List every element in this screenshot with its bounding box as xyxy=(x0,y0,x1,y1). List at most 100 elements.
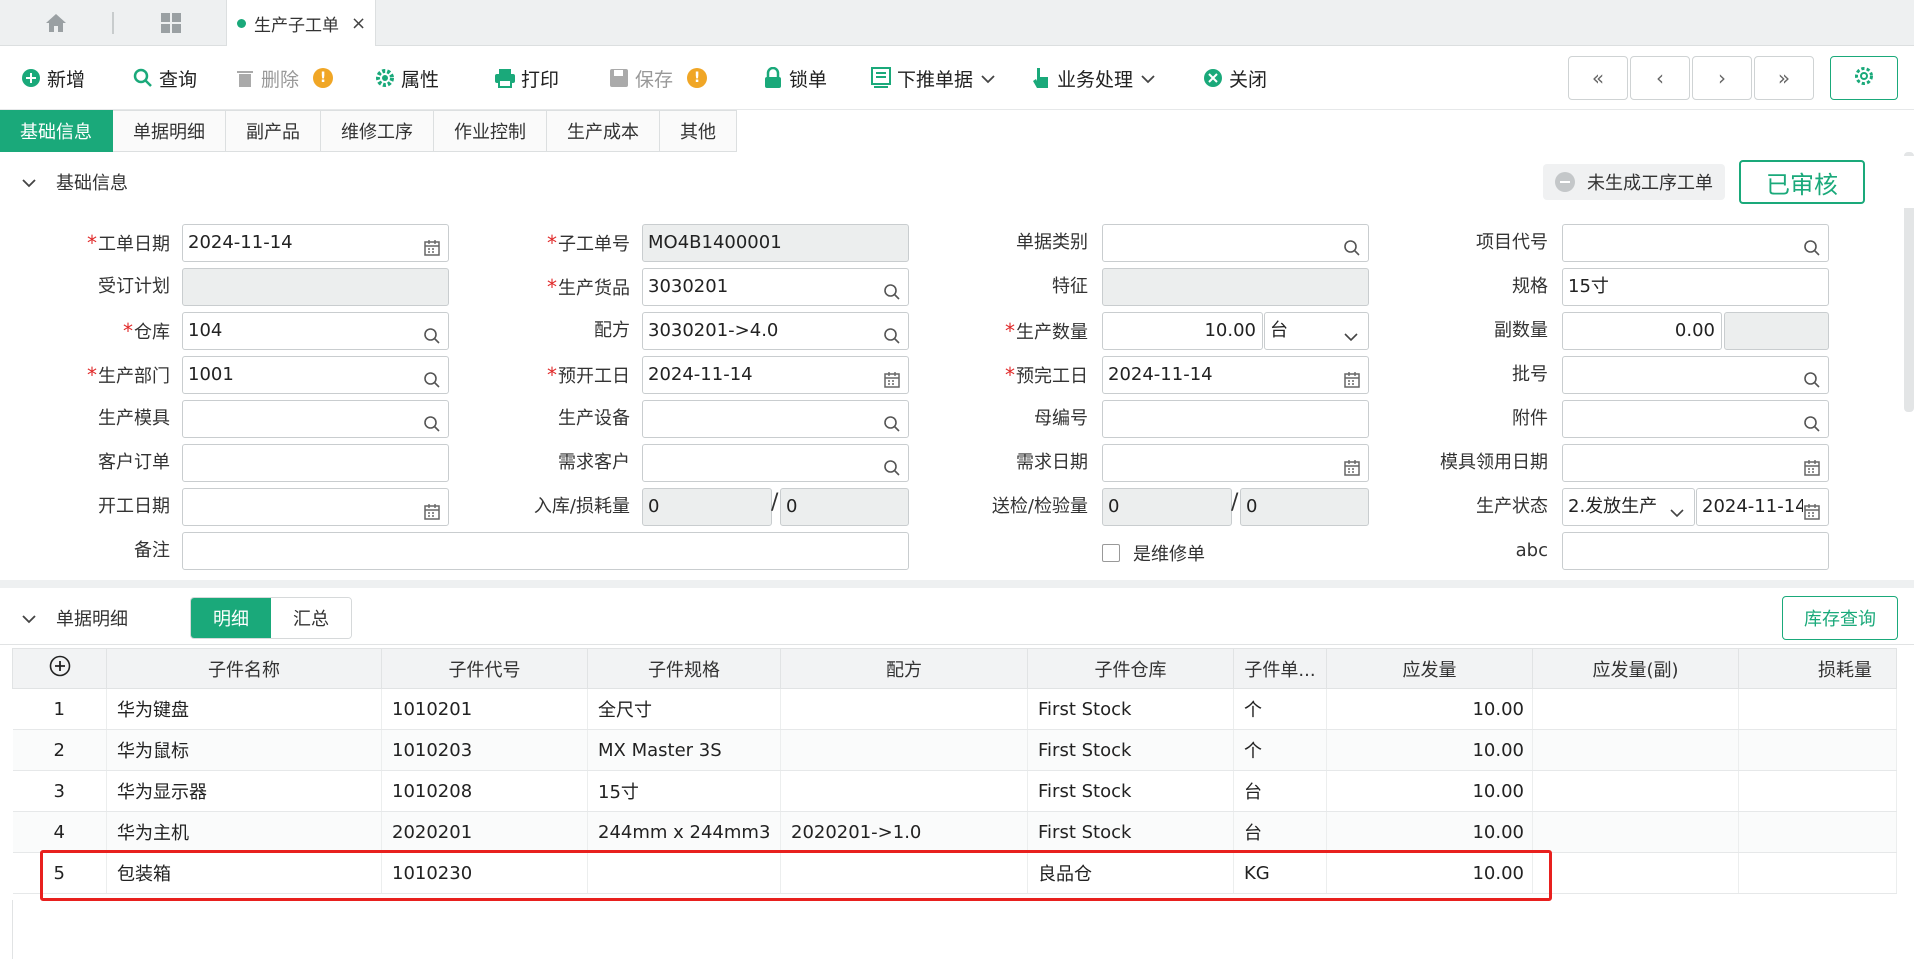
search-icon[interactable] xyxy=(883,410,901,432)
cell-loss[interactable] xyxy=(1738,811,1897,853)
status-date-field[interactable]: 2024-11-14 xyxy=(1696,488,1829,526)
column-header[interactable]: 子件规格 xyxy=(587,648,781,689)
search-icon[interactable] xyxy=(883,322,901,344)
cell-unit[interactable]: 台 xyxy=(1233,811,1327,853)
detail-view-button[interactable]: 明细 xyxy=(191,598,271,638)
calendar-icon[interactable] xyxy=(423,234,441,256)
cell-unit[interactable]: 个 xyxy=(1233,729,1327,771)
settings-button[interactable] xyxy=(1830,56,1898,100)
sub-unit-field[interactable] xyxy=(1724,312,1829,350)
cell-code[interactable]: 1010201 xyxy=(381,688,588,730)
cell-warehouse[interactable]: First Stock xyxy=(1027,729,1234,771)
tab-job-control[interactable]: 作业控制 xyxy=(434,110,547,152)
column-header[interactable]: 子件名称 xyxy=(106,648,382,689)
plus-circle-icon[interactable] xyxy=(49,655,71,677)
tab-detail[interactable]: 单据明细 xyxy=(113,110,226,152)
unit-select[interactable]: 台 xyxy=(1264,312,1369,350)
search-icon[interactable] xyxy=(1803,234,1821,256)
cell-recipe[interactable] xyxy=(780,770,1028,812)
mold-date-field[interactable] xyxy=(1562,444,1829,482)
feature-field[interactable] xyxy=(1102,268,1369,306)
column-header[interactable]: 配方 xyxy=(780,648,1028,689)
column-header[interactable]: 应发量 xyxy=(1326,648,1533,689)
save-button[interactable]: 保存 ! xyxy=(608,62,708,94)
last-record-button[interactable]: » xyxy=(1754,56,1814,100)
cell-name[interactable]: 华为显示器 xyxy=(106,770,382,812)
column-header[interactable]: 损耗量 xyxy=(1738,648,1897,689)
cell-sub-qty[interactable] xyxy=(1532,770,1739,812)
cell-warehouse[interactable]: First Stock xyxy=(1027,688,1234,730)
in-qty-field[interactable]: 0 xyxy=(642,488,772,526)
column-header[interactable]: 子件单... xyxy=(1233,648,1327,689)
cell-spec[interactable]: MX Master 3S xyxy=(587,729,781,771)
calendar-icon[interactable] xyxy=(423,498,441,520)
mold-field[interactable] xyxy=(182,400,449,438)
recipe-field[interactable]: 3030201->4.0 xyxy=(642,312,909,350)
prev-record-button[interactable]: ‹ xyxy=(1630,56,1690,100)
plan-start-field[interactable]: 2024-11-14 xyxy=(642,356,909,394)
cell-code[interactable]: 2020201 xyxy=(381,811,588,853)
project-field[interactable] xyxy=(1562,224,1829,262)
grid-menu-icon[interactable] xyxy=(155,10,187,36)
business-dropdown[interactable]: 业务处理 xyxy=(1030,62,1155,94)
stock-query-button[interactable]: 库存查询 xyxy=(1782,596,1898,640)
cell-loss[interactable] xyxy=(1738,852,1897,894)
column-header[interactable]: 子件代号 xyxy=(381,648,588,689)
summary-view-button[interactable]: 汇总 xyxy=(271,598,351,638)
push-down-dropdown[interactable]: 下推单据 xyxy=(870,62,995,94)
calendar-icon[interactable] xyxy=(883,366,901,388)
close-button[interactable]: 关闭 xyxy=(1202,62,1267,94)
cell-unit[interactable]: 个 xyxy=(1233,688,1327,730)
new-button[interactable]: 新增 xyxy=(20,62,85,94)
home-icon[interactable] xyxy=(40,10,72,36)
cell-warehouse[interactable]: First Stock xyxy=(1027,811,1234,853)
delete-button[interactable]: 删除 ! xyxy=(234,62,334,94)
search-icon[interactable] xyxy=(423,410,441,432)
equip-field[interactable] xyxy=(642,400,909,438)
calendar-icon[interactable] xyxy=(1803,498,1821,520)
search-icon[interactable] xyxy=(1803,410,1821,432)
cell-spec[interactable]: 244mm x 244mm3 xyxy=(587,811,781,853)
search-icon[interactable] xyxy=(423,366,441,388)
cell-loss[interactable] xyxy=(1738,770,1897,812)
query-button[interactable]: 查询 xyxy=(132,62,197,94)
search-icon[interactable] xyxy=(423,322,441,344)
table-row[interactable]: 1 华为键盘 1010201 全尺寸 First Stock 个 10.00 xyxy=(12,688,1897,730)
tab-cost[interactable]: 生产成本 xyxy=(547,110,660,152)
inspect-qty-field[interactable]: 0 xyxy=(1102,488,1232,526)
search-icon[interactable] xyxy=(883,278,901,300)
work-date-field[interactable]: 2024-11-14 xyxy=(182,224,449,262)
goods-field[interactable]: 3030201 xyxy=(642,268,909,306)
warehouse-field[interactable]: 104 xyxy=(182,312,449,350)
status-select[interactable]: 2.发放生产 xyxy=(1562,488,1695,526)
attach-field[interactable] xyxy=(1562,400,1829,438)
cell-sub-qty[interactable] xyxy=(1532,811,1739,853)
lock-button[interactable]: 锁单 xyxy=(762,62,827,94)
tab-byproduct[interactable]: 副产品 xyxy=(226,110,321,152)
demand-date-field[interactable] xyxy=(1102,444,1369,482)
print-button[interactable]: 打印 xyxy=(494,62,559,94)
table-row[interactable]: 2 华为鼠标 1010203 MX Master 3S First Stock … xyxy=(12,729,1897,771)
table-row[interactable]: 5 包装箱 1010230 良品仓 KG 10.00 xyxy=(12,852,1897,894)
cell-sub-qty[interactable] xyxy=(1532,852,1739,894)
table-row[interactable]: 4 华为主机 2020201 244mm x 244mm3 2020201->1… xyxy=(12,811,1897,853)
is-repair-checkbox[interactable] xyxy=(1102,544,1120,562)
loss-qty-field[interactable]: 0 xyxy=(780,488,909,526)
cell-spec[interactable]: 全尺寸 xyxy=(587,688,781,730)
calendar-icon[interactable] xyxy=(1343,454,1361,476)
cell-recipe[interactable] xyxy=(780,852,1028,894)
calendar-icon[interactable] xyxy=(1803,454,1821,476)
batch-field[interactable] xyxy=(1562,356,1829,394)
close-icon[interactable]: × xyxy=(351,13,366,34)
cell-qty[interactable]: 10.00 xyxy=(1326,729,1533,771)
checked-qty-field[interactable]: 0 xyxy=(1240,488,1369,526)
cell-recipe[interactable] xyxy=(780,688,1028,730)
search-icon[interactable] xyxy=(1803,366,1821,388)
search-icon[interactable] xyxy=(883,454,901,476)
abc-field[interactable] xyxy=(1562,532,1829,570)
tab-other[interactable]: 其他 xyxy=(660,110,737,152)
sub-no-field[interactable]: MO4B1400001 xyxy=(642,224,909,262)
cell-qty[interactable]: 10.00 xyxy=(1326,811,1533,853)
parent-no-field[interactable] xyxy=(1102,400,1369,438)
add-row-header[interactable] xyxy=(12,648,107,689)
